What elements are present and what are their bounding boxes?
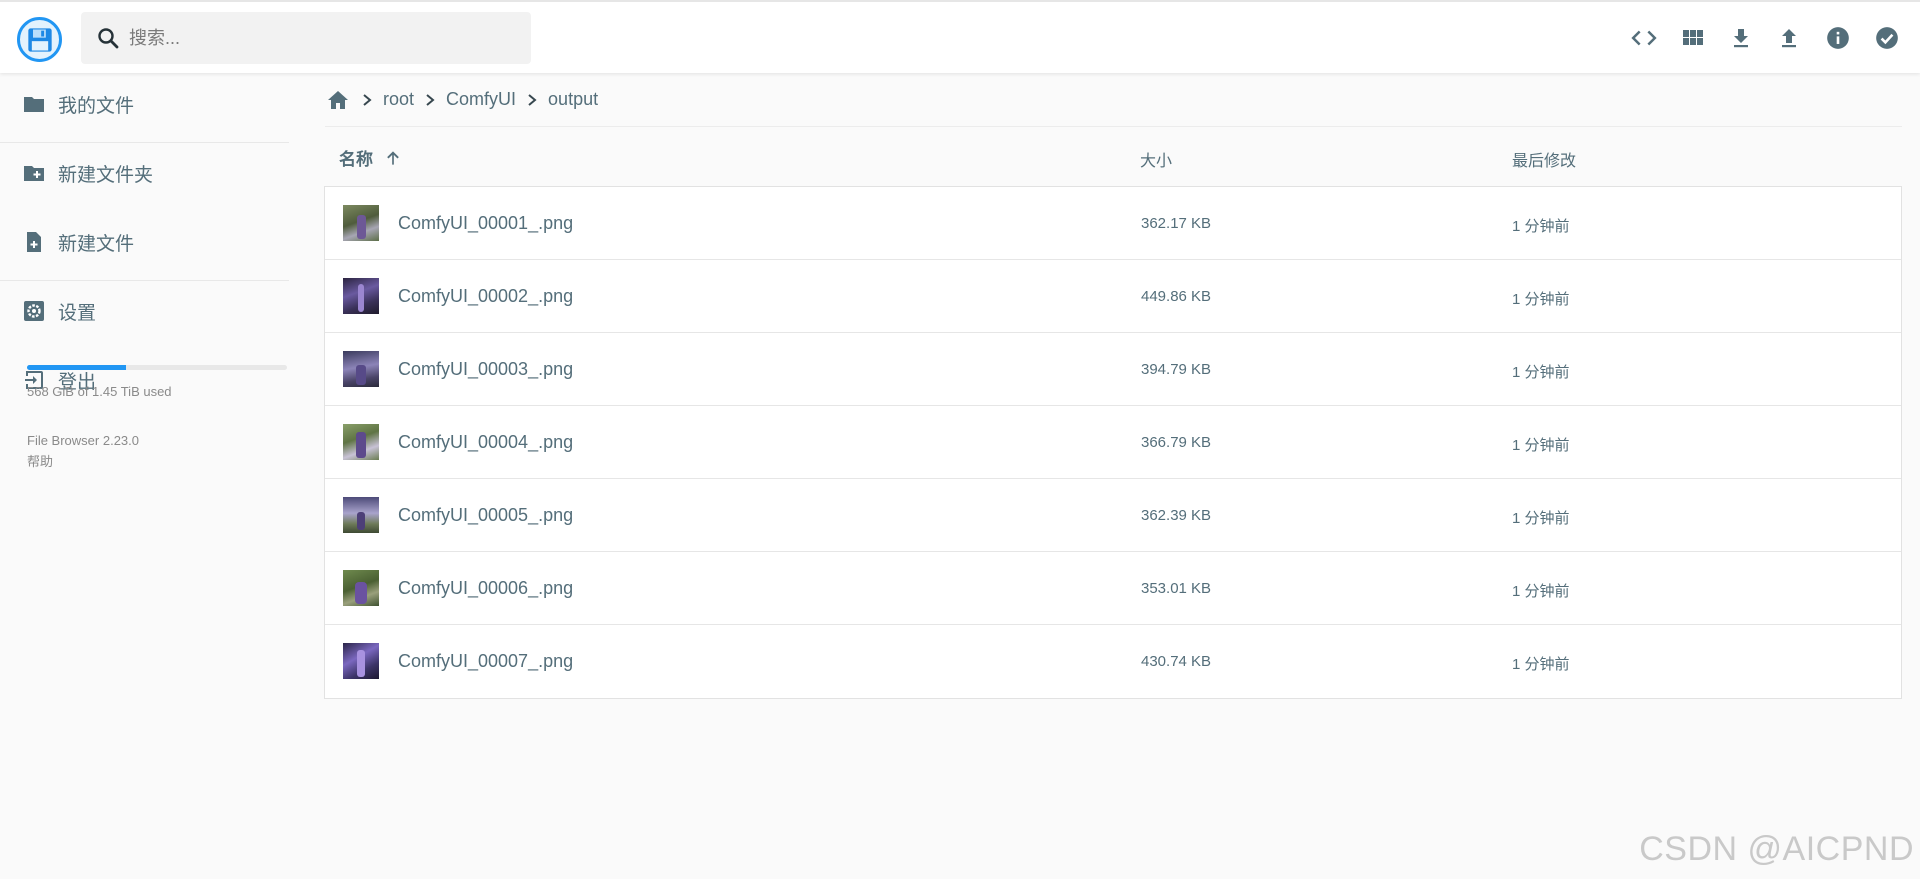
storage-usage-text: 568 GiB of 1.45 TiB used bbox=[27, 384, 172, 399]
download-button[interactable] bbox=[1727, 24, 1755, 52]
file-size: 353.01 KB bbox=[1141, 580, 1212, 597]
file-modified: 1 分钟前 bbox=[1512, 510, 1570, 527]
file-list-header: 名称 大小 最后修改 bbox=[325, 128, 1902, 186]
image-thumbnail bbox=[343, 205, 379, 241]
file-modified: 1 分钟前 bbox=[1512, 291, 1570, 308]
image-thumbnail bbox=[343, 497, 379, 533]
settings-icon bbox=[24, 301, 44, 321]
app-header bbox=[0, 0, 1920, 73]
breadcrumb: root ComfyUI output bbox=[325, 73, 1902, 127]
table-row[interactable]: ComfyUI_00007_.png 430.74 KB 1 分钟前 bbox=[325, 625, 1901, 698]
file-list: ComfyUI_00001_.png 362.17 KB 1 分钟前 Comfy… bbox=[324, 186, 1902, 699]
sidebar-item-label: 新建文件夹 bbox=[58, 164, 154, 186]
sort-by-name[interactable]: 名称 bbox=[339, 145, 403, 170]
image-thumbnail bbox=[343, 351, 379, 387]
file-name: ComfyUI_00004_.png bbox=[398, 432, 574, 452]
column-header-size[interactable]: 大小 bbox=[1140, 147, 1172, 171]
table-row[interactable]: ComfyUI_00006_.png 353.01 KB 1 分钟前 bbox=[325, 552, 1901, 625]
breadcrumb-item-root[interactable]: root bbox=[383, 89, 414, 110]
sidebar-item-new-folder[interactable]: 新建文件夹 bbox=[0, 143, 289, 203]
image-thumbnail bbox=[343, 570, 379, 606]
app-version: File Browser 2.23.0 bbox=[27, 433, 139, 448]
table-row[interactable]: ComfyUI_00001_.png 362.17 KB 1 分钟前 bbox=[325, 187, 1901, 260]
check-circle-icon bbox=[1876, 27, 1898, 49]
file-name: ComfyUI_00005_.png bbox=[398, 505, 574, 525]
info-button[interactable] bbox=[1824, 24, 1852, 52]
search-icon bbox=[98, 28, 119, 49]
chevron-right-icon bbox=[526, 93, 538, 107]
help-link[interactable]: 帮助 bbox=[27, 451, 53, 470]
column-header-modified[interactable]: 最后修改 bbox=[1512, 147, 1576, 171]
table-row[interactable]: ComfyUI_00003_.png 394.79 KB 1 分钟前 bbox=[325, 333, 1901, 406]
app-logo[interactable] bbox=[17, 17, 62, 62]
file-name: ComfyUI_00006_.png bbox=[398, 578, 574, 598]
file-size: 366.79 KB bbox=[1141, 434, 1212, 451]
sidebar-item-settings[interactable]: 设置 bbox=[0, 281, 289, 341]
file-name: ComfyUI_00007_.png bbox=[398, 651, 574, 671]
file-size: 362.39 KB bbox=[1141, 507, 1212, 524]
floppy-disk-icon bbox=[27, 27, 52, 52]
image-thumbnail bbox=[343, 424, 379, 460]
upload-button[interactable] bbox=[1775, 24, 1803, 52]
download-icon bbox=[1734, 29, 1748, 48]
new-file-icon bbox=[27, 232, 41, 252]
file-size: 362.17 KB bbox=[1141, 215, 1212, 232]
sidebar-item-my-files[interactable]: 我的文件 bbox=[0, 74, 289, 134]
folder-icon bbox=[24, 97, 44, 112]
create-folder-icon bbox=[24, 166, 44, 181]
search-input[interactable] bbox=[129, 12, 519, 64]
table-row[interactable]: ComfyUI_00002_.png 449.86 KB 1 分钟前 bbox=[325, 260, 1901, 333]
sidebar-item-label: 设置 bbox=[58, 302, 97, 324]
view-mode-button[interactable] bbox=[1679, 24, 1707, 52]
table-row[interactable]: ComfyUI_00004_.png 366.79 KB 1 分钟前 bbox=[325, 406, 1901, 479]
chevron-right-icon bbox=[361, 93, 373, 107]
image-thumbnail bbox=[343, 643, 379, 679]
search-box[interactable] bbox=[81, 12, 531, 64]
upload-icon bbox=[1782, 29, 1796, 48]
sidebar-item-logout[interactable]: 登出 bbox=[0, 350, 289, 410]
file-name: ComfyUI_00003_.png bbox=[398, 359, 574, 379]
info-icon bbox=[1827, 27, 1849, 49]
toggle-code-button[interactable] bbox=[1630, 24, 1658, 52]
arrow-up-icon bbox=[387, 150, 399, 165]
grid-view-icon bbox=[1683, 30, 1703, 45]
breadcrumb-item-output[interactable]: output bbox=[548, 89, 598, 110]
storage-usage-bar bbox=[27, 365, 287, 370]
image-thumbnail bbox=[343, 278, 379, 314]
file-size: 394.79 KB bbox=[1141, 361, 1212, 378]
column-header-name: 名称 bbox=[339, 150, 373, 169]
file-name: ComfyUI_00001_.png bbox=[398, 213, 574, 233]
storage-usage-fill bbox=[27, 365, 126, 370]
sidebar-item-label: 新建文件 bbox=[58, 233, 135, 255]
chevron-right-icon bbox=[424, 93, 436, 107]
home-icon[interactable] bbox=[325, 88, 351, 112]
file-size: 449.86 KB bbox=[1141, 288, 1212, 305]
file-modified: 1 分钟前 bbox=[1512, 364, 1570, 381]
file-name: ComfyUI_00002_.png bbox=[398, 286, 574, 306]
file-modified: 1 分钟前 bbox=[1512, 437, 1570, 454]
select-multiple-button[interactable] bbox=[1873, 24, 1901, 52]
breadcrumb-item-comfyui[interactable]: ComfyUI bbox=[446, 89, 516, 110]
table-row[interactable]: ComfyUI_00005_.png 362.39 KB 1 分钟前 bbox=[325, 479, 1901, 552]
sidebar-item-new-file[interactable]: 新建文件 bbox=[0, 212, 289, 272]
file-size: 430.74 KB bbox=[1141, 653, 1212, 670]
file-modified: 1 分钟前 bbox=[1512, 218, 1570, 235]
file-modified: 1 分钟前 bbox=[1512, 656, 1570, 673]
watermark-text: CSDN @AICPND bbox=[1639, 830, 1914, 868]
file-modified: 1 分钟前 bbox=[1512, 583, 1570, 600]
code-icon bbox=[1631, 30, 1657, 46]
sidebar-item-label: 我的文件 bbox=[58, 95, 135, 117]
